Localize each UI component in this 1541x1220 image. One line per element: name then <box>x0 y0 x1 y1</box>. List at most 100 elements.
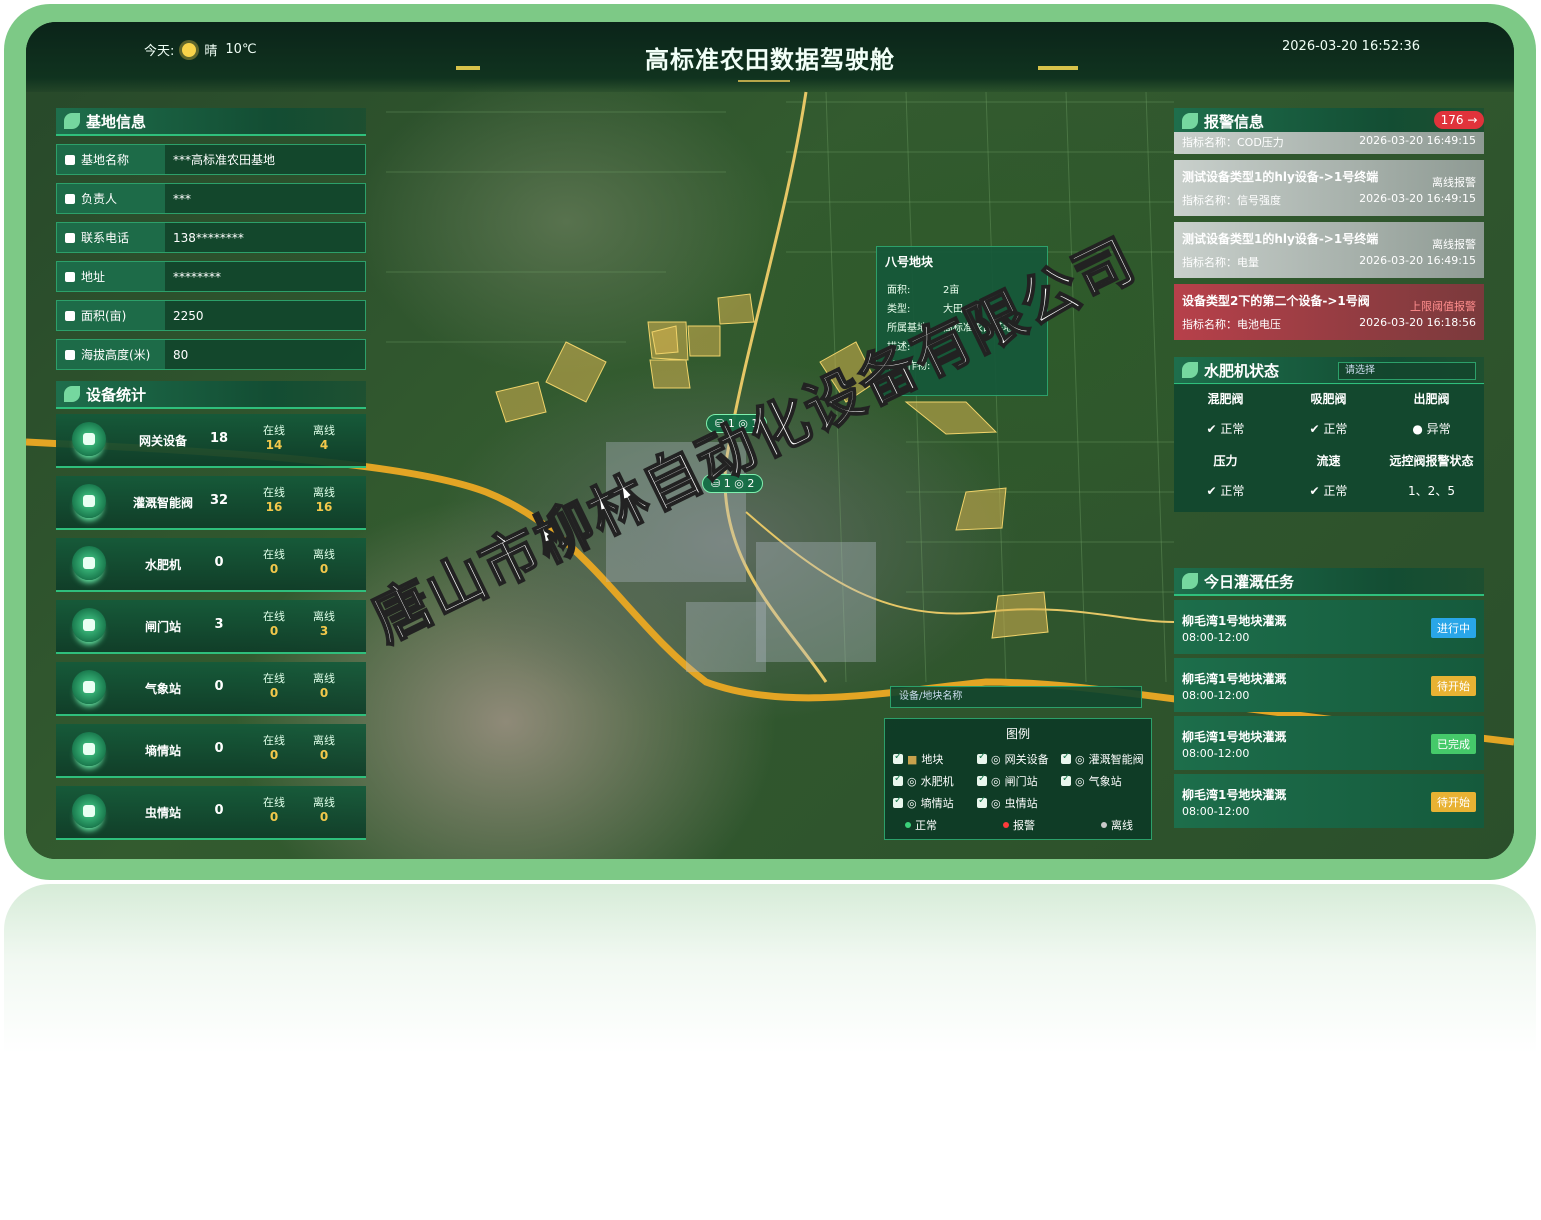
base-info-row: 地址 ******** <box>56 261 366 292</box>
base-info-label-text: 联系电话 <box>81 231 130 245</box>
task-item[interactable]: 柳毛湾1号地块灌溉 08:00-12:00 已完成 <box>1174 716 1484 770</box>
device-name: 水肥机 <box>144 558 181 572</box>
legend-item-icon: ◎ <box>907 796 917 810</box>
online-count: 0 <box>269 624 279 638</box>
legend-checkbox[interactable] <box>1061 773 1071 786</box>
legend-checkbox[interactable] <box>977 751 987 764</box>
info-icon <box>65 271 75 282</box>
device-glyph-icon <box>83 433 95 445</box>
alarm-item[interactable]: 指标名称：COD压力 2026-03-20 16:49:15 <box>1174 132 1484 154</box>
base-info-value: 138******** <box>173 230 244 245</box>
info-icon <box>65 154 75 165</box>
fertilizer-status: ✔ 正常 <box>1174 420 1277 437</box>
check-circle-icon: ✔ <box>1309 422 1324 436</box>
base-info-label-text: 面积(亩) <box>81 309 127 323</box>
alarm-item[interactable]: 测试设备类型1的hly设备->1号终端 离线报警 指标名称：信号强度 2026-03-… <box>1174 160 1484 216</box>
base-info-row: 海拔高度(米) 80 <box>56 339 366 370</box>
base-info-row: 负责人 *** <box>56 183 366 214</box>
base-info-title-text: 基地信息 <box>86 112 147 131</box>
base-info-label: 基地名称 <box>57 145 165 174</box>
device-count: 18 <box>209 431 229 446</box>
alarm-item[interactable]: 测试设备类型1的hly设备->1号终端 离线报警 指标名称：电量 2026-03-20… <box>1174 222 1484 278</box>
device-stat-row[interactable]: 气象站 0 在线 离线 0 0 <box>56 662 366 716</box>
device-glyph-icon <box>83 681 95 693</box>
alarm-date: 2026-03-20 16:49:15 <box>1359 192 1476 205</box>
check-circle-icon: ✔ <box>1309 484 1324 498</box>
device-stat-row[interactable]: 墒情站 0 在线 离线 0 0 <box>56 724 366 778</box>
device-stat-row[interactable]: 虫情站 0 在线 离线 0 0 <box>56 786 366 840</box>
device-stat-row[interactable]: 网关设备 18 在线 离线 14 4 <box>56 414 366 468</box>
sun-icon <box>182 42 197 57</box>
offline-label: 离线 <box>313 610 335 623</box>
fertilizer-header-text: 流速 <box>1316 454 1341 468</box>
device-stat-row[interactable]: 水肥机 0 在线 离线 0 0 <box>56 538 366 592</box>
info-icon <box>65 193 75 204</box>
info-icon <box>65 232 75 243</box>
legend-item[interactable]: ◎闸门站 <box>977 773 1038 789</box>
weather-prefix: 今天: <box>144 44 175 59</box>
legend-item[interactable]: ◎网关设备 <box>977 751 1049 767</box>
leaf-icon <box>64 386 80 402</box>
task-item[interactable]: 柳毛湾1号地块灌溉 08:00-12:00 待开始 <box>1174 774 1484 828</box>
legend-item[interactable]: ■地块 <box>893 751 943 767</box>
task-status-badge: 进行中 <box>1431 618 1476 638</box>
alarm-count-badge[interactable]: 176 → <box>1434 111 1484 129</box>
legend-item[interactable]: ◎气象站 <box>1061 773 1122 789</box>
device-stat-row[interactable]: 闸门站 3 在线 离线 0 3 <box>56 600 366 654</box>
alarm-metric: 指标名称：电量 <box>1182 256 1259 269</box>
device-glyph-icon <box>83 557 95 569</box>
device-name: 网关设备 <box>138 434 187 448</box>
device-name: 灌溉智能阀 <box>132 496 193 510</box>
alarm-date: 2026-03-20 16:18:56 <box>1359 316 1476 329</box>
fertilizer-status-text: 异常 <box>1426 422 1451 436</box>
datetime: 2026-03-20 16:52:36 <box>1282 39 1421 54</box>
task-name: 柳毛湾1号地块灌溉 <box>1182 614 1287 628</box>
device-name: 气象站 <box>144 682 181 696</box>
fertilizer-header-text: 吸肥阀 <box>1310 392 1347 406</box>
task-item[interactable]: 柳毛湾1号地块灌溉 08:00-12:00 进行中 <box>1174 600 1484 654</box>
legend-item[interactable]: ◎水肥机 <box>893 773 954 789</box>
tasks-title: 今日灌溉任务 <box>1174 568 1484 596</box>
fertilizer-status: ✔ 正常 <box>1277 420 1380 437</box>
alarm-type: 上限阈值报警 <box>1410 300 1476 313</box>
offline-count: 3 <box>319 624 329 638</box>
legend-item-icon: ◎ <box>1075 752 1085 766</box>
device-stat-row[interactable]: 灌溉智能阀 32 在线 离线 16 16 <box>56 476 366 530</box>
legend-item-label: 网关设备 <box>1004 753 1049 766</box>
device-type-icon <box>72 484 106 518</box>
base-info-label: 海拔高度(米) <box>57 340 165 369</box>
device-search-input[interactable]: 设备/地块名称 <box>890 686 1142 708</box>
info-icon <box>65 310 75 321</box>
weather-widget: 今天: 晴 10℃ <box>144 40 257 59</box>
device-stats-title: 设备统计 <box>56 381 366 409</box>
alert-circle-icon: ● <box>1412 422 1427 436</box>
task-time: 08:00-12:00 <box>1182 689 1250 702</box>
status-dot-icon <box>1003 822 1009 828</box>
base-info-row: 面积(亩) 2250 <box>56 300 366 331</box>
device-name: 墒情站 <box>144 744 181 758</box>
legend-checkbox[interactable] <box>893 751 903 764</box>
device-count: 0 <box>214 741 224 756</box>
task-status-badge: 待开始 <box>1431 676 1476 696</box>
fertilizer-header: 混肥阀 <box>1174 390 1277 407</box>
task-time: 08:00-12:00 <box>1182 631 1250 644</box>
map-legend: 图例 ■地块◎网关设备◎灌溉智能阀◎水肥机◎闸门站◎气象站◎墒情站◎虫情站正常报… <box>884 718 1152 840</box>
offline-label: 离线 <box>313 486 335 499</box>
legend-checkbox[interactable] <box>893 773 903 786</box>
legend-item[interactable]: ◎墒情站 <box>893 795 954 811</box>
legend-checkbox[interactable] <box>977 795 987 808</box>
legend-item[interactable]: ◎灌溉智能阀 <box>1061 751 1144 767</box>
fertilizer-select[interactable]: 请选择 <box>1338 362 1476 380</box>
device-name: 虫情站 <box>144 806 181 820</box>
legend-checkbox[interactable] <box>893 795 903 808</box>
legend-checkbox[interactable] <box>1061 751 1071 764</box>
device-type-icon <box>72 608 106 642</box>
legend-item[interactable]: ◎虫情站 <box>977 795 1038 811</box>
check-circle-icon: ✔ <box>1206 422 1221 436</box>
alarm-item[interactable]: 设备类型2下的第二个设备->1号阀 上限阈值报警 指标名称：电池电压 2026-03-… <box>1174 284 1484 340</box>
alarm-date: 2026-03-20 16:49:15 <box>1359 134 1476 147</box>
task-item[interactable]: 柳毛湾1号地块灌溉 08:00-12:00 待开始 <box>1174 658 1484 712</box>
device-glyph-icon <box>83 495 95 507</box>
online-label: 在线 <box>263 672 285 685</box>
legend-checkbox[interactable] <box>977 773 987 786</box>
